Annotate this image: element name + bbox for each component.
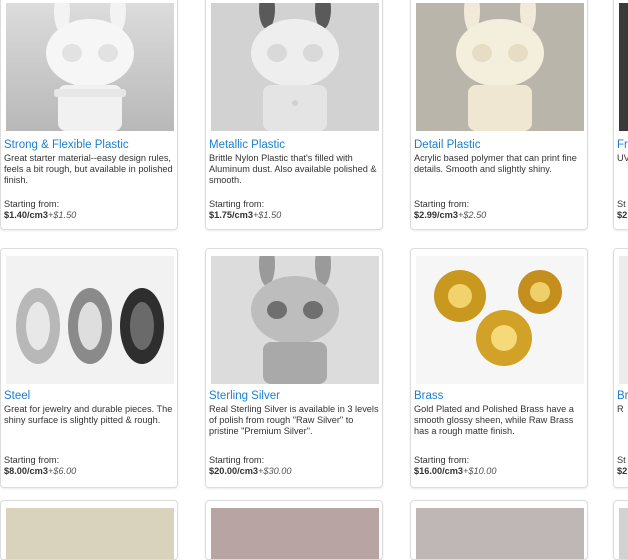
material-title[interactable]: Steel (4, 390, 30, 402)
bunny-silver-image (211, 249, 379, 384)
material-card-brass[interactable]: Brass Gold Plated and Polished Brass hav… (410, 248, 588, 488)
material-price: $2 (617, 210, 627, 220)
starting-from-label: Starting from: (4, 199, 60, 209)
starting-from-label: Starting from: (414, 199, 470, 209)
material-image-metallic-bunny[interactable] (211, 0, 379, 131)
handling-fee: +$2.50 (457, 210, 487, 220)
material-image-silver-bunny[interactable] (211, 249, 379, 384)
handling-fee: +$1.50 (47, 210, 77, 220)
price-per-cm3: $20.00/cm3 (209, 466, 259, 476)
price-per-cm3: $2 (617, 210, 628, 220)
material-price: $2.99/cm3+$2.50 (414, 210, 486, 220)
price-per-cm3: $2 (617, 466, 628, 476)
starting-from-label: Starting from: (209, 455, 265, 465)
material-price: $20.00/cm3+$30.00 (209, 466, 292, 476)
material-price: $1.75/cm3+$1.50 (209, 210, 281, 220)
material-description: Great starter material--easy design rule… (4, 153, 173, 186)
material-price: $16.00/cm3+$10.00 (414, 466, 497, 476)
price-per-cm3: $1.75/cm3 (209, 210, 253, 220)
materials-grid: Strong & Flexible Plastic Great starter … (0, 0, 628, 560)
starting-from-label: St (617, 199, 626, 209)
material-image-steel-bottles[interactable] (6, 256, 174, 384)
material-title[interactable]: Brass (414, 390, 443, 402)
material-card-row3-3[interactable] (410, 500, 588, 560)
starting-from-label: Starting from: (414, 455, 470, 465)
material-description: Brittle Nylon Plastic that's filled with… (209, 153, 377, 186)
price-per-cm3: $1.40/cm3 (4, 210, 48, 220)
material-price: $2 (617, 466, 627, 476)
material-description: UV (617, 153, 628, 163)
material-image-row3-1[interactable] (6, 508, 174, 559)
material-card-partial-right-2[interactable]: Br R St $2 (613, 248, 628, 488)
bunny-metallic-image (211, 0, 379, 131)
material-image-partial-2[interactable] (619, 256, 628, 384)
material-image-white-bunny[interactable] (6, 0, 174, 131)
handling-fee: +$1.50 (252, 210, 282, 220)
material-image-row3-3[interactable] (416, 508, 584, 559)
handling-fee: +$6.00 (47, 466, 77, 476)
bunny-white-image (6, 0, 174, 131)
material-card-steel[interactable]: Steel Great for jewelry and durable piec… (0, 248, 178, 488)
material-card-row3-2[interactable] (205, 500, 383, 560)
material-card-strong-flexible-plastic[interactable]: Strong & Flexible Plastic Great starter … (0, 0, 178, 230)
bunny-cream-image (416, 0, 584, 131)
material-description: Great for jewelry and durable pieces. Th… (4, 404, 173, 426)
klein-bottles-image (6, 256, 174, 384)
material-description: Gold Plated and Polished Brass have a sm… (414, 404, 574, 437)
brass-knots-image (416, 256, 584, 384)
material-card-metallic-plastic[interactable]: Metallic Plastic Brittle Nylon Plastic t… (205, 0, 383, 230)
material-image-brass-knots[interactable] (416, 256, 584, 384)
material-card-row3-1[interactable] (0, 500, 178, 560)
material-description: R (617, 404, 624, 414)
material-card-sterling-silver[interactable]: Sterling Silver Real Sterling Silver is … (205, 248, 383, 488)
price-per-cm3: $8.00/cm3 (4, 466, 48, 476)
material-card-partial-right[interactable]: Fr UV St $2 (613, 0, 628, 230)
material-title[interactable]: Fr (617, 139, 628, 151)
material-title[interactable]: Detail Plastic (414, 139, 480, 151)
material-title[interactable]: Sterling Silver (209, 390, 280, 402)
starting-from-label: St (617, 455, 626, 465)
handling-fee: +$30.00 (258, 466, 292, 476)
starting-from-label: Starting from: (209, 199, 265, 209)
material-title[interactable]: Strong & Flexible Plastic (4, 139, 129, 151)
price-per-cm3: $2.99/cm3 (414, 210, 458, 220)
material-image-partial[interactable] (619, 3, 628, 131)
material-price: $8.00/cm3+$6.00 (4, 466, 76, 476)
material-title[interactable]: Br (617, 390, 628, 402)
price-per-cm3: $16.00/cm3 (414, 466, 464, 476)
material-description: Real Sterling Silver is available in 3 l… (209, 404, 379, 437)
material-image-row3-4[interactable] (619, 508, 628, 559)
handling-fee: +$10.00 (463, 466, 497, 476)
material-title[interactable]: Metallic Plastic (209, 139, 285, 151)
material-card-row3-4[interactable] (613, 500, 628, 560)
material-description: Acrylic based polymer that can print fin… (414, 153, 577, 175)
material-image-cream-bunny[interactable] (416, 0, 584, 131)
starting-from-label: Starting from: (4, 455, 60, 465)
material-price: $1.40/cm3+$1.50 (4, 210, 76, 220)
material-card-detail-plastic[interactable]: Detail Plastic Acrylic based polymer tha… (410, 0, 588, 230)
material-image-row3-2[interactable] (211, 508, 379, 559)
